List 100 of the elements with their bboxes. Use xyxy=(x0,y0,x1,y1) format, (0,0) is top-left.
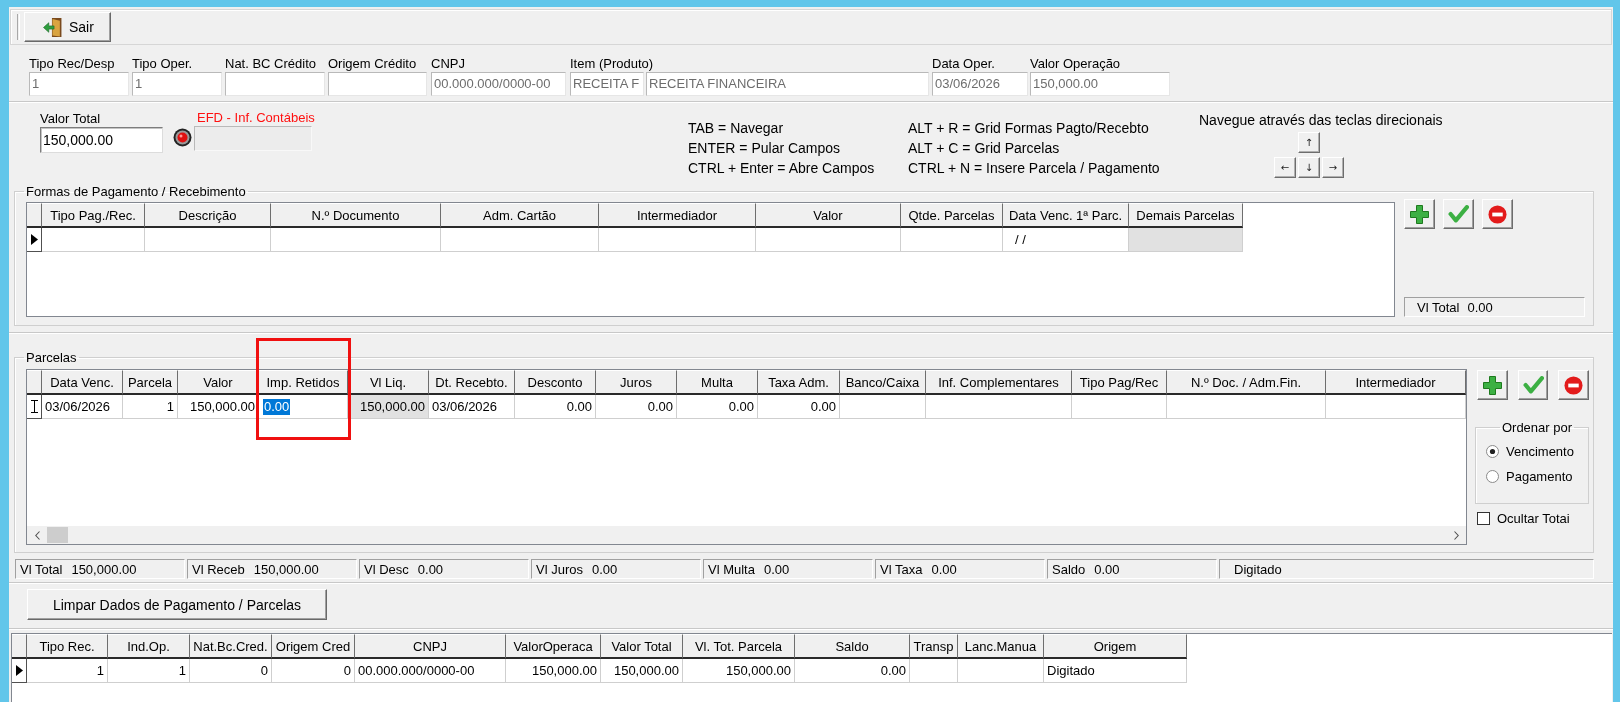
column-header: Adm. Cartão xyxy=(441,203,599,228)
table-cell xyxy=(910,659,958,683)
scrollbar-thumb[interactable] xyxy=(47,527,68,543)
total-label: Vl Desc xyxy=(364,561,409,577)
table-cell: 1 xyxy=(123,395,178,419)
total-value: 150,000.00 xyxy=(253,561,319,577)
radio-button[interactable] xyxy=(1486,470,1499,483)
column-header: Taxa Adm. xyxy=(758,370,840,395)
total-label: Vl Total xyxy=(1417,299,1460,315)
column-header: N.º Documento xyxy=(271,203,441,228)
field-label: Nat. BC Crédito xyxy=(225,56,317,71)
column-header: Vl Liq. xyxy=(348,370,429,395)
column-header: Transp xyxy=(910,634,958,659)
field-label: Item (Produto) xyxy=(570,56,654,71)
field-label: Origem Crédito xyxy=(328,56,417,71)
table-cell: 0 xyxy=(190,659,272,683)
column-header: Tipo Pag./Rec. xyxy=(42,203,145,228)
row-pointer-icon xyxy=(15,665,23,676)
text-field[interactable]: 150,000.00 xyxy=(40,127,163,153)
column-header: CNPJ xyxy=(355,634,506,659)
column-header: Valor xyxy=(178,370,259,395)
column-header: Origem Cred xyxy=(272,634,355,659)
confirm-button[interactable] xyxy=(1517,370,1549,400)
total-value: 150,000.00 xyxy=(71,561,137,577)
arrow-key[interactable]: ↓ xyxy=(1298,157,1320,178)
column-header: Parcela xyxy=(123,370,178,395)
shortcut-hint: TAB = Navegar xyxy=(688,119,784,138)
table-cell: 150,000.00 xyxy=(348,395,429,419)
column-header: Nat.Bc.Cred. xyxy=(190,634,272,659)
column-header: Intermediador xyxy=(599,203,756,228)
clear-button[interactable]: Limpar Dados de Pagamento / Parcelas xyxy=(27,589,327,620)
chevron-left-icon xyxy=(34,530,40,540)
total-label: Saldo xyxy=(1052,561,1086,577)
table-cell: 03/06/2026 xyxy=(42,395,123,419)
column-header: Qtde. Parcelas xyxy=(901,203,1003,228)
shortcut-hint: CTRL + Enter = Abre Campos xyxy=(688,159,875,178)
total-value: 0.00 xyxy=(931,561,957,577)
remove-button[interactable] xyxy=(1558,370,1589,400)
table-cell: 150,000.00 xyxy=(683,659,795,683)
column-header: Multa xyxy=(677,370,758,395)
table-cell: 0.00 xyxy=(795,659,910,683)
total-value: 0.00 xyxy=(417,561,444,577)
field-label: Valor Total xyxy=(40,111,101,126)
plus-icon xyxy=(1410,204,1429,224)
column-header: Valor Total xyxy=(601,634,683,659)
check-icon xyxy=(1522,376,1544,394)
arrow-key[interactable]: ← xyxy=(1274,157,1296,178)
row-pointer-icon xyxy=(30,234,38,245)
table-cell: 1 xyxy=(108,659,190,683)
total-label: Vl Multa xyxy=(708,561,755,577)
add-button[interactable] xyxy=(1404,199,1435,229)
radio-label: Vencimento xyxy=(1506,444,1574,459)
column-header: Juros xyxy=(596,370,677,395)
column-header: Demais Parcelas xyxy=(1129,203,1243,228)
table-cell: 03/06/2026 xyxy=(429,395,515,419)
radio-button[interactable] xyxy=(1486,445,1499,458)
chevron-right-icon xyxy=(1453,530,1459,540)
table-cell: 00.000.000/0000-00 xyxy=(355,659,506,683)
horizontal-scrollbar[interactable] xyxy=(27,526,1466,544)
field-label: Tipo Rec/Desp xyxy=(29,56,115,71)
total-label: Vl Taxa xyxy=(880,561,923,577)
table-cell: 0 xyxy=(272,659,355,683)
field-label: Tipo Oper. xyxy=(132,56,193,71)
column-header: N.º Doc. / Adm.Fin. xyxy=(1167,370,1326,395)
column-header: Origem xyxy=(1044,634,1187,659)
total-label: Vl Receb xyxy=(192,561,245,577)
table-cell: 1 xyxy=(27,659,108,683)
column-header: Saldo xyxy=(795,634,910,659)
selected-text: 0.00 xyxy=(263,399,291,415)
checkbox[interactable] xyxy=(1477,512,1490,525)
exit-button[interactable]: Sair xyxy=(24,12,111,42)
column-header: Banco/Caixa xyxy=(840,370,926,395)
remove-button[interactable] xyxy=(1482,199,1513,229)
column-header: Ind.Op. xyxy=(108,634,190,659)
add-button[interactable] xyxy=(1477,370,1508,400)
column-header: Data Venc. 1ª Parc. xyxy=(1003,203,1129,228)
column-header: Tipo Rec. xyxy=(27,634,108,659)
column-header: Vl. Tot. Parcela xyxy=(683,634,795,659)
table-cell: 150,000.00 xyxy=(178,395,259,419)
arrow-key[interactable]: → xyxy=(1322,157,1344,178)
shortcut-hint: ALT + R = Grid Formas Pagto/Recebto xyxy=(908,119,1149,138)
column-header: Desconto xyxy=(515,370,596,395)
arrow-key[interactable]: ↑ xyxy=(1298,132,1320,153)
column-header: Intermediador xyxy=(1326,370,1466,395)
cell-editor[interactable]: 0.00 xyxy=(259,395,348,419)
column-header: Tipo Pag/Rec xyxy=(1072,370,1167,395)
field-label: Valor Operação xyxy=(1030,56,1121,71)
confirm-button[interactable] xyxy=(1443,199,1474,229)
group-title: Ordenar por xyxy=(1500,420,1574,435)
minus-icon xyxy=(1488,204,1507,224)
table-cell: 150,000.00 xyxy=(506,659,601,683)
total-value: 0.00 xyxy=(763,561,790,577)
shortcut-hint: ALT + C = Grid Parcelas xyxy=(908,139,1060,158)
table-cell: Digitado xyxy=(1044,659,1187,683)
table-cell: 150,000.00 xyxy=(601,659,683,683)
total-label: Vl Total xyxy=(20,561,63,577)
total-value: 0.00 xyxy=(1094,561,1120,577)
shortcut-hint: CTRL + N = Insere Parcela / Pagamento xyxy=(908,159,1160,178)
table-cell: 0.00 xyxy=(596,395,677,419)
group-title: Parcelas xyxy=(25,350,78,365)
